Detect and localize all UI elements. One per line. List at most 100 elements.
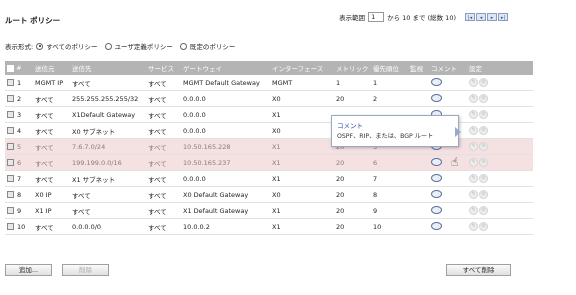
delete-icon[interactable]: ⊘ xyxy=(479,206,488,215)
prev-page-icon[interactable]: ◂ xyxy=(476,13,486,21)
header-probe[interactable]: 監視 xyxy=(408,61,429,75)
edit-icon[interactable]: ✎ xyxy=(469,190,478,199)
row-select-cell: 6 xyxy=(5,154,33,171)
header-comment[interactable]: コメント xyxy=(429,61,467,75)
comment-icon[interactable] xyxy=(431,157,442,166)
edit-icon[interactable]: ✎ xyxy=(469,126,478,135)
table-header-row: # 送信元 送信先 サービス ゲートウェイ インターフェース メトリック 優先順… xyxy=(5,61,533,75)
edit-icon[interactable]: ✎ xyxy=(469,158,478,167)
row-probe xyxy=(408,154,429,171)
row-destination: X1Default Gateway xyxy=(70,106,146,123)
row-interface: X1 xyxy=(270,106,334,123)
radio-user-policies[interactable] xyxy=(104,42,112,50)
delete-icon[interactable]: ⊘ xyxy=(479,78,488,87)
edit-icon[interactable]: ✎ xyxy=(469,142,478,151)
row-checkbox[interactable] xyxy=(7,143,14,150)
comment-icon[interactable] xyxy=(431,205,442,214)
header-metric[interactable]: メトリック xyxy=(334,61,371,75)
header-configure[interactable]: 設定 xyxy=(467,61,533,75)
header-source[interactable]: 送信元 xyxy=(33,61,70,75)
header-destination[interactable]: 送信先 xyxy=(70,61,146,75)
last-page-icon[interactable]: ▸| xyxy=(498,13,508,21)
row-probe xyxy=(408,218,429,235)
delete-icon[interactable]: ⊘ xyxy=(479,158,488,167)
row-select-cell: 8 xyxy=(5,186,33,203)
row-destination: すべて xyxy=(70,75,146,91)
header-service[interactable]: サービス xyxy=(146,61,181,75)
delete-icon[interactable]: ⊘ xyxy=(479,126,488,135)
row-checkbox[interactable] xyxy=(7,191,14,198)
select-all-checkbox[interactable] xyxy=(7,64,14,72)
row-checkbox[interactable] xyxy=(7,79,14,86)
edit-icon[interactable]: ✎ xyxy=(469,78,478,87)
comment-tooltip: コメント OSPF、RIP、または、BGP ルート xyxy=(331,115,459,147)
row-probe xyxy=(408,75,429,91)
row-configure: ✎ ⊘ xyxy=(467,75,533,91)
header-gateway[interactable]: ゲートウェイ xyxy=(181,61,270,75)
row-checkbox[interactable] xyxy=(7,207,14,214)
header-interface[interactable]: インターフェース xyxy=(270,61,334,75)
edit-icon[interactable]: ✎ xyxy=(469,206,478,215)
row-source: すべて xyxy=(33,122,70,139)
delete-icon[interactable]: ⊘ xyxy=(479,190,488,199)
comment-icon[interactable] xyxy=(431,77,442,86)
row-gateway: 10.50.165.237 xyxy=(181,154,270,171)
row-checkbox[interactable] xyxy=(7,95,14,102)
page-start-input[interactable]: 1 xyxy=(368,12,385,22)
row-number: 9 xyxy=(17,206,22,215)
comment-icon[interactable] xyxy=(431,173,442,182)
row-checkbox[interactable] xyxy=(7,111,14,118)
row-checkbox[interactable] xyxy=(7,223,14,230)
row-metric: 20 xyxy=(334,170,371,187)
row-source: MGMT IP xyxy=(33,75,70,91)
row-gateway: MGMT Default Gateway xyxy=(181,75,270,91)
row-checkbox[interactable] xyxy=(7,175,14,182)
row-interface: X1 xyxy=(270,138,334,155)
row-number: 6 xyxy=(17,158,22,167)
row-gateway: 10.0.0.2 xyxy=(181,218,270,235)
comment-icon[interactable] xyxy=(431,221,442,230)
table-row: 2 すべて 255.255.255.255/32 すべて 0.0.0.0 X0 20 2 ✎ ⊘ xyxy=(5,90,533,107)
row-interface: X0 xyxy=(270,122,334,139)
header-priority[interactable]: 優先順位 xyxy=(371,61,408,75)
radio-default-policies[interactable] xyxy=(179,42,187,50)
row-destination: X1 サブネット xyxy=(70,170,146,187)
row-interface: X1 xyxy=(270,218,334,235)
row-priority: 7 xyxy=(371,170,408,187)
row-probe xyxy=(408,202,429,219)
delete-all-button[interactable]: すべて削除 xyxy=(446,264,511,276)
comment-icon[interactable] xyxy=(431,93,442,102)
add-button[interactable]: 追加... xyxy=(5,264,52,276)
delete-icon[interactable]: ⊘ xyxy=(479,222,488,231)
row-probe xyxy=(408,170,429,187)
tooltip-arrow xyxy=(455,127,461,137)
table-row: 10 すべて 0.0.0.0/0 すべて 10.0.0.2 X1 20 10 ✎ ⊘ xyxy=(5,218,533,235)
edit-icon[interactable]: ✎ xyxy=(469,174,478,183)
radio-all-policies[interactable] xyxy=(36,42,44,50)
row-interface: X1 xyxy=(270,170,334,187)
delete-icon[interactable]: ⊘ xyxy=(479,110,488,119)
row-configure: ✎ ⊘ xyxy=(467,154,533,171)
row-checkbox[interactable] xyxy=(7,159,14,166)
row-configure: ✎ ⊘ xyxy=(467,218,533,235)
comment-icon[interactable] xyxy=(431,189,442,198)
edit-icon[interactable]: ✎ xyxy=(469,110,478,119)
delete-icon[interactable]: ⊘ xyxy=(479,94,488,103)
row-destination: X0 サブネット xyxy=(70,122,146,139)
delete-button[interactable]: 削除 xyxy=(62,264,109,276)
delete-icon[interactable]: ⊘ xyxy=(479,174,488,183)
edit-icon[interactable]: ✎ xyxy=(469,94,478,103)
next-page-icon[interactable]: ▸ xyxy=(487,13,497,21)
row-service: すべて xyxy=(146,202,181,219)
row-gateway: 10.50.165.228 xyxy=(181,138,270,155)
delete-icon[interactable]: ⊘ xyxy=(479,142,488,151)
radio-default-policies-label: 既定のポリシー xyxy=(189,43,236,51)
pager-prefix: 表示範囲 xyxy=(339,14,366,22)
edit-icon[interactable]: ✎ xyxy=(469,222,478,231)
pagination: 表示範囲 1 から 10 まで (総数 10) xyxy=(339,12,456,22)
row-gateway: 0.0.0.0 xyxy=(181,106,270,123)
row-checkbox[interactable] xyxy=(7,127,14,134)
first-page-icon[interactable]: |◂ xyxy=(465,13,475,21)
row-probe xyxy=(408,90,429,107)
row-number: 4 xyxy=(17,126,22,135)
